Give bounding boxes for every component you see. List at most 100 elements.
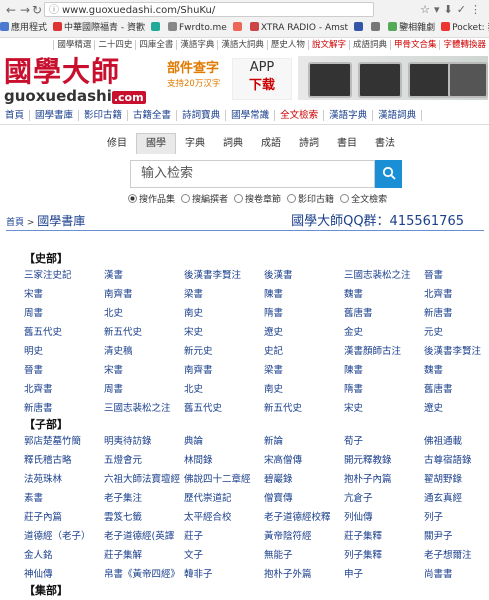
search-option-radio[interactable]: 搜卷章節 <box>234 192 281 205</box>
book-link[interactable]: 素書 <box>24 489 104 508</box>
book-link[interactable]: 遼史 <box>264 323 344 342</box>
search-option-radio[interactable]: 全文檢索 <box>340 192 387 205</box>
book-link[interactable]: 亢倉子 <box>344 489 424 508</box>
book-link[interactable]: 史記 <box>264 342 344 361</box>
book-link[interactable]: 列仙傳 <box>344 508 424 527</box>
book-link[interactable]: 莊子內篇 <box>24 508 104 527</box>
top-link[interactable]: 漢語字典 <box>176 40 218 50</box>
book-link[interactable]: 魏書 <box>424 361 489 380</box>
book-link[interactable]: 佛說四十二章經 <box>184 470 264 489</box>
book-link[interactable]: 僧寶傳 <box>264 489 344 508</box>
book-link[interactable]: 典論 <box>184 432 264 451</box>
book-link[interactable]: 遼史 <box>424 399 489 418</box>
book-link[interactable]: 列子 <box>424 508 489 527</box>
book-link[interactable]: 帛書《黃帝四經》 <box>104 565 184 584</box>
page-info-icon[interactable]: ⓘ <box>49 5 59 16</box>
url-field[interactable]: ⓘ www.guoxuedashi.com/ShuKu/ <box>44 2 374 17</box>
main-nav-item[interactable]: 影印古籍 <box>79 110 129 121</box>
book-link[interactable]: 北史 <box>104 304 184 323</box>
top-link[interactable]: 四庫全書 <box>135 40 177 50</box>
book-link[interactable]: 宋書 <box>104 361 184 380</box>
book-link[interactable]: 後漢書李賢注 <box>184 266 264 285</box>
book-link[interactable]: 林間錄 <box>184 451 264 470</box>
top-link[interactable]: 漢語大詞典 <box>217 40 267 50</box>
search-option-radio[interactable]: 搜作品集 <box>128 192 175 205</box>
book-link[interactable]: 南齊書 <box>184 361 264 380</box>
search-option-radio[interactable]: 影印古籍 <box>287 192 334 205</box>
book-link[interactable]: 舊唐書 <box>344 304 424 323</box>
search-tab[interactable]: 成語 <box>252 134 290 154</box>
book-link[interactable]: 老子道德經(英譯 <box>104 527 184 546</box>
main-nav-item[interactable]: 漢語詞典 <box>373 110 423 121</box>
book-link[interactable]: 三國志裴松之注 <box>104 399 184 418</box>
bookmark-item[interactable]: Pocket: 我的清單 <box>441 20 489 37</box>
book-link[interactable]: 道德經（老子） <box>24 527 104 546</box>
book-link[interactable]: 法苑珠林 <box>24 470 104 489</box>
book-link[interactable]: 宋史 <box>344 399 424 418</box>
book-link[interactable]: 郭店楚墓竹簡 <box>24 432 104 451</box>
top-link[interactable]: 字體轉換器 <box>439 40 489 50</box>
book-link[interactable]: 關尹子 <box>424 527 489 546</box>
book-link[interactable]: 南史 <box>264 380 344 399</box>
top-link[interactable]: 二十四史 <box>94 40 136 50</box>
book-link[interactable]: 三家注史記 <box>24 266 104 285</box>
book-link[interactable]: 翟胡野錄 <box>424 470 489 489</box>
book-link[interactable]: 梁書 <box>184 285 264 304</box>
book-link[interactable]: 老子道德經校釋 <box>264 508 344 527</box>
book-link[interactable]: 五燈會元 <box>104 451 184 470</box>
search-tab[interactable]: 詩詞 <box>290 134 328 154</box>
book-link[interactable]: 晉書 <box>424 266 489 285</box>
book-link[interactable]: 莊子 <box>184 527 264 546</box>
top-link[interactable]: 歷史人物 <box>266 40 308 50</box>
book-link[interactable]: 碧巖錄 <box>264 470 344 489</box>
book-link[interactable]: 晉書 <box>24 361 104 380</box>
search-tab[interactable]: 書法 <box>366 134 404 154</box>
bookmark-item[interactable] <box>232 20 244 37</box>
book-link[interactable]: 新五代史 <box>104 323 184 342</box>
book-link[interactable]: 古尊宿語錄 <box>424 451 489 470</box>
book-link[interactable]: 金人銘 <box>24 546 104 565</box>
book-link[interactable]: 申子 <box>344 565 424 584</box>
book-link[interactable]: 陳書 <box>344 361 424 380</box>
book-link[interactable]: 舊五代史 <box>184 399 264 418</box>
book-link[interactable]: 後漢書 <box>264 266 344 285</box>
book-link[interactable]: 舊五代史 <box>24 323 104 342</box>
search-button[interactable] <box>375 160 402 188</box>
book-link[interactable]: 六祖大師法寶壇經 <box>104 470 184 489</box>
search-tab[interactable]: 書目 <box>328 134 366 154</box>
book-link[interactable]: 文子 <box>184 546 264 565</box>
main-nav-item[interactable]: 古籍全書 <box>128 110 178 121</box>
book-link[interactable]: 隋書 <box>344 380 424 399</box>
book-link[interactable]: 老子想爾注 <box>424 546 489 565</box>
book-link[interactable]: 清史稿 <box>104 342 184 361</box>
book-link[interactable]: 明夷待訪錄 <box>104 432 184 451</box>
book-link[interactable]: 通玄真經 <box>424 489 489 508</box>
bookmark-item[interactable]: 應用程式 <box>0 20 47 37</box>
book-link[interactable]: 周書 <box>104 380 184 399</box>
book-link[interactable]: 新元史 <box>184 342 264 361</box>
banner-app-screenshots[interactable] <box>298 56 488 100</box>
book-link[interactable]: 陳書 <box>264 285 344 304</box>
book-link[interactable]: 後漢書李賢注 <box>424 342 489 361</box>
banner-app-download[interactable]: APP 下载 <box>232 58 292 100</box>
main-nav-item[interactable]: 國學書庫 <box>30 110 80 121</box>
book-link[interactable]: 漢書 <box>104 266 184 285</box>
bookmark-item[interactable]: Fwrdto.me <box>168 20 227 37</box>
book-link[interactable]: 南齊書 <box>104 285 184 304</box>
top-link[interactable]: 說文解字 <box>307 40 349 50</box>
extension-icons[interactable]: ☆▾⬇✓⋮ <box>420 3 485 16</box>
book-link[interactable]: 黃帝陰符經 <box>264 527 344 546</box>
book-link[interactable]: 漢書顏師古注 <box>344 342 424 361</box>
top-link[interactable]: 成語詞典 <box>348 40 390 50</box>
bookmark-item[interactable]: 鑒相雜劇 <box>388 20 435 37</box>
book-link[interactable]: 莊子集釋 <box>344 527 424 546</box>
book-link[interactable]: 無能子 <box>264 546 344 565</box>
book-link[interactable]: 尚書書 <box>424 565 489 584</box>
site-logo[interactable]: 國學大師 guoxuedashi .com <box>4 56 154 106</box>
book-link[interactable]: 抱朴子外篇 <box>264 565 344 584</box>
book-link[interactable]: 明史 <box>24 342 104 361</box>
book-link[interactable]: 莊子集解 <box>104 546 184 565</box>
top-link[interactable]: 國學精選 <box>53 40 95 50</box>
book-link[interactable]: 梁書 <box>264 361 344 380</box>
search-tab[interactable]: 詞典 <box>214 134 252 154</box>
